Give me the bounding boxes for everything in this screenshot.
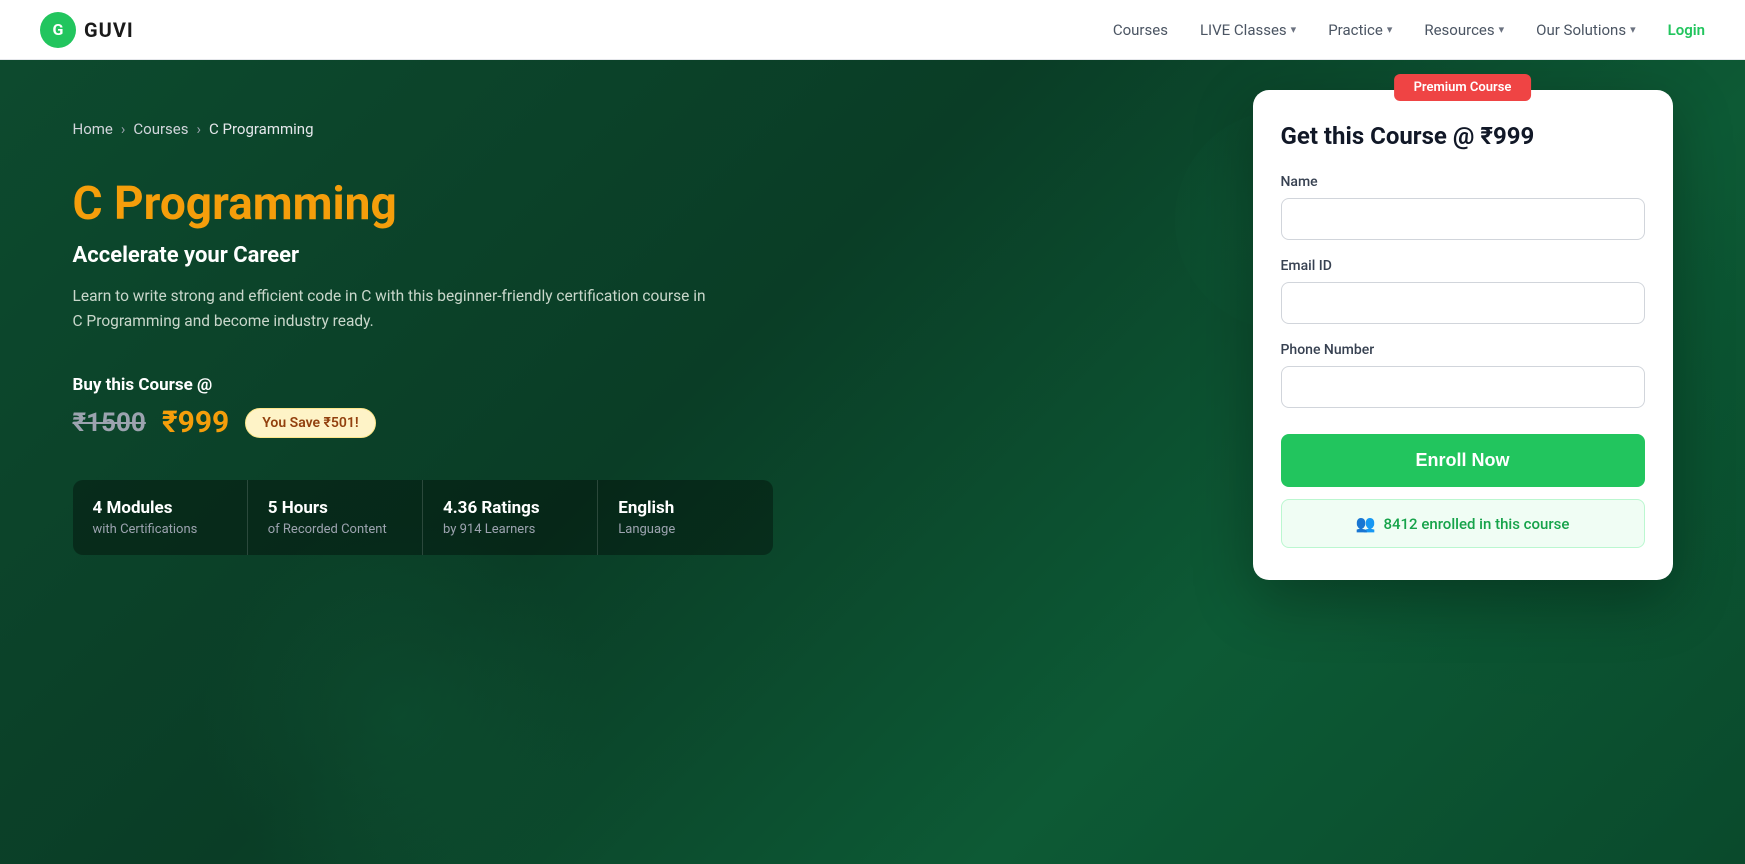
stat-ratings: 4.36 Ratings by 914 Learners — [423, 480, 598, 555]
email-group: Email ID — [1281, 258, 1645, 324]
email-label: Email ID — [1281, 258, 1645, 274]
price-save-badge: You Save ₹501! — [245, 408, 375, 438]
logo-icon: G — [40, 12, 76, 48]
breadcrumb-current: C Programming — [209, 120, 313, 138]
nav-item-resources[interactable]: Resources ▾ — [1424, 21, 1504, 39]
stat-hours-main: 5 Hours — [268, 498, 402, 518]
hero-content: Home › Courses › C Programming C Program… — [73, 60, 1673, 580]
enrolled-text: 8412 enrolled in this course — [1383, 515, 1569, 533]
stat-ratings-sub: by 914 Learners — [443, 522, 577, 537]
nav-courses-link[interactable]: Courses — [1113, 21, 1168, 39]
chevron-down-icon: ▾ — [1387, 23, 1393, 36]
login-link[interactable]: Login — [1668, 21, 1705, 39]
phone-group: Phone Number — [1281, 342, 1645, 408]
pricing-row: ₹1500 ₹999 You Save ₹501! — [73, 405, 773, 440]
price-current: ₹999 — [162, 405, 229, 440]
people-icon: 👥 — [1356, 514, 1376, 533]
breadcrumb-home[interactable]: Home — [73, 120, 113, 138]
stat-modules-main: 4 Modules — [93, 498, 227, 518]
chevron-down-icon: ▾ — [1499, 23, 1505, 36]
email-input[interactable] — [1281, 282, 1645, 324]
stat-hours: 5 Hours of Recorded Content — [248, 480, 423, 555]
breadcrumb: Home › Courses › C Programming — [73, 120, 773, 138]
nav-item-practice[interactable]: Practice ▾ — [1328, 21, 1392, 39]
hero-section: Home › Courses › C Programming C Program… — [0, 60, 1745, 864]
card-title: Get this Course @ ₹999 — [1281, 122, 1645, 150]
premium-badge: Premium Course — [1394, 74, 1532, 101]
nav-links: Courses LIVE Classes ▾ Practice ▾ Resour… — [1113, 21, 1705, 39]
chevron-down-icon: ▾ — [1630, 23, 1636, 36]
nav-solutions-link[interactable]: Our Solutions ▾ — [1536, 21, 1635, 39]
name-group: Name — [1281, 174, 1645, 240]
nav-item-courses[interactable]: Courses — [1113, 21, 1168, 39]
hero-left: Home › Courses › C Programming C Program… — [73, 100, 773, 555]
breadcrumb-courses[interactable]: Courses — [133, 120, 188, 138]
name-input[interactable] — [1281, 198, 1645, 240]
chevron-down-icon: ▾ — [1291, 23, 1297, 36]
logo-link[interactable]: G GUVI — [40, 12, 134, 48]
stat-modules: 4 Modules with Certifications — [73, 480, 248, 555]
enroll-now-button[interactable]: Enroll Now — [1281, 434, 1645, 487]
nav-item-live[interactable]: LIVE Classes ▾ — [1200, 21, 1296, 39]
nav-item-solutions[interactable]: Our Solutions ▾ — [1536, 21, 1635, 39]
name-label: Name — [1281, 174, 1645, 190]
nav-live-link[interactable]: LIVE Classes ▾ — [1200, 21, 1296, 39]
enrolled-count: 👥 8412 enrolled in this course — [1281, 499, 1645, 548]
course-subtitle: Accelerate your Career — [73, 243, 773, 268]
stat-language-sub: Language — [618, 522, 752, 537]
breadcrumb-sep2: › — [197, 120, 202, 138]
navbar: G GUVI Courses LIVE Classes ▾ Practice ▾… — [0, 0, 1745, 60]
stat-language-main: English — [618, 498, 752, 518]
phone-input[interactable] — [1281, 366, 1645, 408]
stat-modules-sub: with Certifications — [93, 522, 227, 537]
phone-label: Phone Number — [1281, 342, 1645, 358]
price-original: ₹1500 — [73, 408, 146, 438]
stat-hours-sub: of Recorded Content — [268, 522, 402, 537]
enrollment-card-wrapper: Premium Course Get this Course @ ₹999 Na… — [1253, 90, 1673, 580]
course-description: Learn to write strong and efficient code… — [73, 284, 713, 335]
pricing-label: Buy this Course @ — [73, 375, 773, 395]
enrollment-card: Get this Course @ ₹999 Name Email ID Pho… — [1253, 90, 1673, 580]
stat-ratings-main: 4.36 Ratings — [443, 498, 577, 518]
breadcrumb-sep1: › — [121, 120, 126, 138]
stat-language: English Language — [598, 480, 772, 555]
nav-resources-link[interactable]: Resources ▾ — [1424, 21, 1504, 39]
nav-practice-link[interactable]: Practice ▾ — [1328, 21, 1392, 39]
nav-item-login[interactable]: Login — [1668, 21, 1705, 39]
brand-name: GUVI — [84, 18, 134, 42]
course-title: C Programming — [73, 178, 773, 231]
stats-bar: 4 Modules with Certifications 5 Hours of… — [73, 480, 773, 555]
